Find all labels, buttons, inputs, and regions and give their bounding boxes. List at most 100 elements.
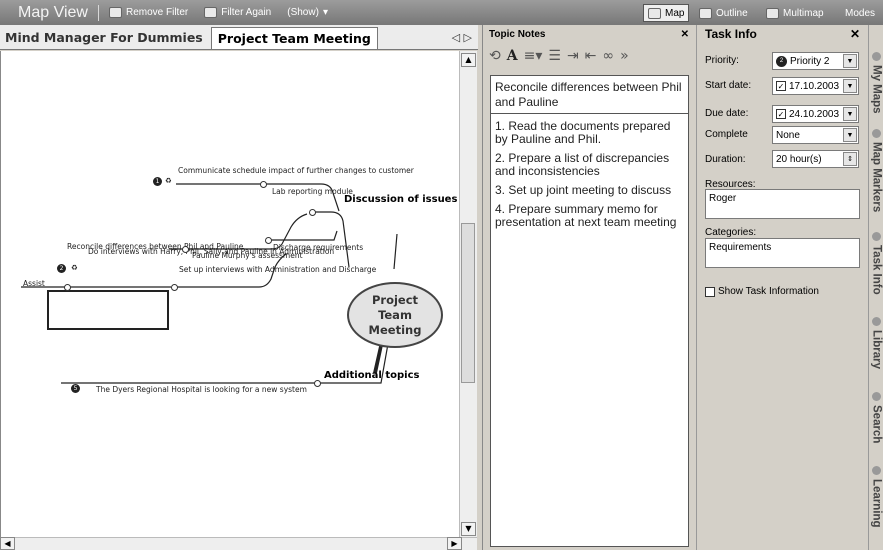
tab-project-team-meeting[interactable]: Project Team Meeting <box>210 27 378 49</box>
link-icon[interactable]: ∞ <box>602 48 614 64</box>
learning-icon <box>872 466 881 476</box>
scroll-right-icon[interactable]: ▶ <box>447 537 462 550</box>
dock-tab-library[interactable]: Library <box>869 308 883 378</box>
map-icon <box>648 7 661 19</box>
note-item: 4. Prepare summary memo for presentation… <box>495 202 677 229</box>
chevron-down-icon: ▼ <box>843 54 857 68</box>
outline-label: Outline <box>716 7 748 19</box>
remove-filter-label: Remove Filter <box>125 7 189 18</box>
modes-label: Modes <box>845 7 876 19</box>
due-date-field[interactable]: ✓ 24.10.2003 ▼ <box>772 105 859 123</box>
dock-tab-search[interactable]: Search <box>869 385 883 450</box>
notes-toolbar: ⟲ A ≡▾ ☰ ⇥ ⇤ ∞ » <box>483 43 695 69</box>
horizontal-scrollbar[interactable] <box>0 537 477 550</box>
priority-5-badge: 5 <box>71 384 80 393</box>
map-view-button[interactable]: Map <box>643 4 690 22</box>
start-checkbox[interactable]: ✓ <box>776 81 786 91</box>
topic-setup-interviews[interactable]: Set up interviews with Administration an… <box>179 265 376 274</box>
align-icon[interactable]: ≡▾ <box>524 48 543 64</box>
collapse-knob[interactable] <box>64 284 71 291</box>
due-date-label: Due date: <box>705 108 749 119</box>
scroll-left-icon[interactable]: ◀ <box>0 537 15 550</box>
multimap-icon <box>766 7 779 19</box>
dock-tab-learning[interactable]: Learning <box>869 457 883 537</box>
indent-icon[interactable]: ⇥ <box>567 48 579 64</box>
multimap-button[interactable]: Multimap <box>766 4 824 22</box>
task-icon <box>872 231 881 241</box>
outline-button[interactable]: Outline <box>699 4 748 22</box>
collapse-knob[interactable] <box>309 209 316 216</box>
task-title: Task Info <box>705 27 757 41</box>
priority-1-badge: 1 <box>153 177 162 186</box>
topic-discussion[interactable]: Discussion of issues <box>344 194 457 206</box>
close-icon[interactable]: ✕ <box>681 29 689 40</box>
collapse-knob[interactable] <box>182 246 189 253</box>
show-task-info-checkbox[interactable] <box>705 286 715 297</box>
filter-icon <box>108 7 122 18</box>
central-topic[interactable]: Project Team Meeting <box>347 282 443 348</box>
resources-field[interactable]: Roger <box>705 189 860 219</box>
tab-mind-manager[interactable]: Mind Manager For Dummies <box>0 30 211 45</box>
selected-topic-frame <box>47 290 169 330</box>
search-icon <box>872 391 881 401</box>
collapse-knob[interactable] <box>171 284 178 291</box>
chevron-down-icon: ▼ <box>843 128 857 142</box>
notes-editor[interactable]: Reconcile differences between Phil and P… <box>490 75 689 547</box>
complete-value: None <box>776 129 800 141</box>
complete-label: Complete <box>705 129 748 140</box>
scroll-up-icon[interactable]: ▲ <box>461 53 476 67</box>
collapse-knob[interactable] <box>260 181 267 188</box>
dock-label: Library <box>870 330 883 369</box>
duration-label: Duration: <box>705 154 746 165</box>
scroll-thumb[interactable] <box>461 223 475 383</box>
notes-title: Topic Notes <box>489 28 546 40</box>
multimap-label: Multimap <box>783 7 824 19</box>
task-info-panel: Task Info ✕ Priority: 2 Priority 2 ▼ Start … <box>696 25 868 550</box>
show-label: (Show) <box>287 7 319 18</box>
duration-spinner[interactable]: 20 hour(s) ⇕ <box>772 150 859 168</box>
dock-tab-my-maps[interactable]: My Maps <box>869 52 883 114</box>
side-dock: My Maps Map Markers Task Info Library Se… <box>868 25 883 550</box>
priority-select[interactable]: 2 Priority 2 ▼ <box>772 52 859 70</box>
outline-icon <box>699 7 712 19</box>
show-dropdown[interactable]: (Show) ▾ <box>287 7 328 18</box>
chevron-down-icon: ▼ <box>843 107 857 121</box>
spinner-icon[interactable]: ⇕ <box>843 152 857 166</box>
topic-additional[interactable]: Additional topics <box>324 370 419 382</box>
due-checkbox[interactable]: ✓ <box>776 109 786 119</box>
modes-button[interactable]: Modes <box>845 4 875 22</box>
categories-field[interactable]: Requirements <box>705 238 860 268</box>
more-icon[interactable]: » <box>620 48 629 64</box>
close-icon[interactable]: ✕ <box>850 27 860 41</box>
topic-communicate[interactable]: Communicate schedule impact of further c… <box>178 166 414 175</box>
categories-label: Categories: <box>705 227 757 238</box>
outdent-icon[interactable]: ⇤ <box>585 48 597 64</box>
filter-again-button[interactable]: Filter Again <box>204 7 271 18</box>
document-tabs: Mind Manager For Dummies Project Team Me… <box>0 25 478 50</box>
map-canvas[interactable]: Communicate schedule impact of further c… <box>0 51 459 537</box>
collapse-knob[interactable] <box>265 237 272 244</box>
topic-interviews[interactable]: Do interviews with Harry, Phil, Sally an… <box>88 247 334 256</box>
dock-tab-task-info[interactable]: Task Info <box>869 228 883 298</box>
dock-tab-map-markers[interactable]: Map Markers <box>869 121 883 221</box>
topic-lab-reporting[interactable]: Lab reporting module <box>272 187 353 196</box>
complete-select[interactable]: None ▼ <box>772 126 859 144</box>
tab-scroll-arrows[interactable]: ◁ ▷ <box>452 31 472 44</box>
task-icon: ♻ <box>165 176 172 185</box>
view-title: Map View <box>18 3 88 21</box>
show-task-info-label: Show Task Information <box>718 286 819 297</box>
bullets-icon[interactable]: ☰ <box>548 48 561 64</box>
note-item: 2. Prepare a list of discrepancies and i… <box>495 151 670 178</box>
scroll-down-icon[interactable]: ▼ <box>461 522 476 536</box>
due-date-value: 24.10.2003 <box>789 108 840 120</box>
font-icon[interactable]: A <box>507 48 518 64</box>
topic-assist[interactable]: Assist <box>23 279 45 288</box>
show-task-info-option[interactable]: Show Task Information <box>705 286 819 297</box>
remove-filter-button[interactable]: Remove Filter <box>108 7 189 18</box>
library-icon <box>872 317 881 326</box>
duration-value: 20 hour(s) <box>776 153 822 165</box>
start-date-field[interactable]: ✓ 17.10.2003 ▼ <box>772 77 859 95</box>
back-icon[interactable]: ⟲ <box>489 48 501 64</box>
topic-dyers[interactable]: The Dyers Regional Hospital is looking f… <box>96 385 307 394</box>
collapse-knob[interactable] <box>314 380 321 387</box>
